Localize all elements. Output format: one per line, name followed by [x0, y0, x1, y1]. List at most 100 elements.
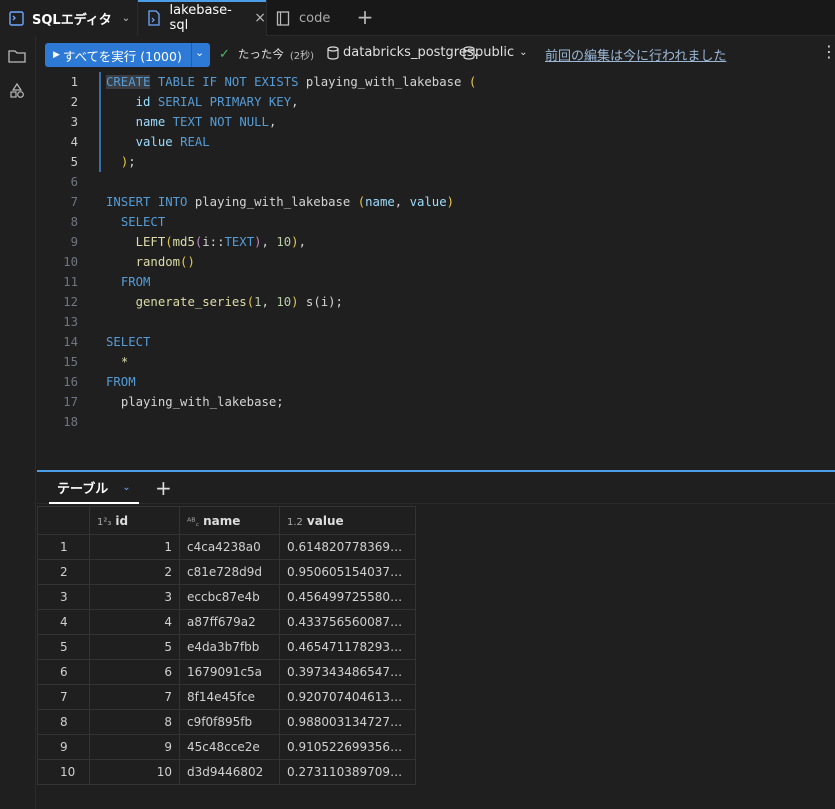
table-cell[interactable]: eccbc87e4b: [179, 584, 280, 610]
column-header-value[interactable]: 1.2 value: [279, 506, 416, 535]
table-cell[interactable]: 8f14e45fce: [179, 684, 280, 710]
table-cell[interactable]: 8: [89, 709, 180, 735]
code-line[interactable]: 3 name TEXT NOT NULL,: [37, 112, 835, 132]
code-text: INSERT INTO playing_with_lakebase (name,…: [106, 192, 454, 212]
table-cell[interactable]: 9: [89, 734, 180, 760]
tab-code[interactable]: code: [267, 0, 347, 36]
table-cell[interactable]: 45c48cce2e: [179, 734, 280, 760]
table-cell[interactable]: 0.9105226993560791: [279, 734, 416, 760]
code-line[interactable]: 13: [37, 312, 835, 332]
table-row[interactable]: 4 4 a87ff679a2 0.433756560087204: [37, 609, 416, 635]
column-header-id[interactable]: 1²₃ id: [89, 506, 180, 535]
table-cell[interactable]: 7: [89, 684, 180, 710]
run-options-chevron-icon[interactable]: ⌄: [195, 46, 204, 59]
table-cell[interactable]: c81e728d9d: [179, 559, 280, 585]
table-cell[interactable]: 5: [89, 634, 180, 660]
code-token: INSERT: [106, 195, 151, 209]
code-line[interactable]: 14 SELECT: [37, 332, 835, 352]
table-cell[interactable]: 1679091c5a: [179, 659, 280, 685]
column-header-name[interactable]: ᴬᴮ꜀ name: [179, 506, 280, 535]
table-cell[interactable]: 2: [89, 559, 180, 585]
code-line[interactable]: 2 id SERIAL PRIMARY KEY,: [37, 92, 835, 112]
code-token: value: [409, 195, 447, 209]
code-token: CREATE: [106, 75, 151, 89]
table-cell[interactable]: 4: [89, 609, 180, 635]
chevron-down-icon[interactable]: ⌄: [122, 13, 130, 24]
row-number-cell: 9: [37, 734, 90, 760]
code-line[interactable]: 4 value REAL: [37, 132, 835, 152]
table-row[interactable]: 8 8 c9f0f895fb 0.988003134727478: [37, 709, 416, 735]
table-cell[interactable]: c9f0f895fb: [179, 709, 280, 735]
table-row[interactable]: 9 9 45c48cce2e 0.9105226993560791: [37, 734, 416, 760]
code-line[interactable]: 15 *: [37, 352, 835, 372]
catalog-selector[interactable]: databricks_postgres.: [327, 45, 478, 60]
table-cell[interactable]: 0.3973434865474701: [279, 659, 416, 685]
close-icon[interactable]: ×: [254, 10, 266, 26]
add-tab-icon[interactable]: +: [354, 6, 376, 28]
table-row[interactable]: 1 1 c4ca4238a0 0.6148207783699036: [37, 534, 416, 560]
code-line[interactable]: 6: [37, 172, 835, 192]
table-cell[interactable]: 0.6148207783699036: [279, 534, 416, 560]
more-options-icon[interactable]: ⋮: [821, 42, 835, 61]
code-token: md5: [172, 235, 195, 249]
table-cell[interactable]: 0.273110389709472...: [279, 759, 416, 785]
table-row[interactable]: 7 7 8f14e45fce 0.9207074046134949: [37, 684, 416, 710]
code-line[interactable]: 12 generate_series(1, 10) s(i);: [37, 292, 835, 312]
chevron-down-icon[interactable]: ⌄: [122, 482, 130, 493]
code-line[interactable]: 18: [37, 412, 835, 432]
line-number: 12: [63, 295, 78, 309]
table-cell[interactable]: 1: [89, 534, 180, 560]
table-cell[interactable]: 0.465471178293228...: [279, 634, 416, 660]
code-line[interactable]: 11 FROM: [37, 272, 835, 292]
line-number: 6: [70, 175, 78, 189]
code-line[interactable]: 7 INSERT INTO playing_with_lakebase (name…: [37, 192, 835, 212]
shapes-icon[interactable]: [8, 82, 26, 100]
code-line[interactable]: 1 CREATE TABLE IF NOT EXISTS playing_with…: [37, 72, 835, 92]
code-editor[interactable]: 1 CREATE TABLE IF NOT EXISTS playing_with…: [37, 72, 835, 470]
table-row[interactable]: 6 6 1679091c5a 0.3973434865474701: [37, 659, 416, 685]
string-type-icon: ᴬᴮ꜀: [187, 516, 200, 528]
code-token: 10: [276, 295, 292, 309]
table-cell[interactable]: 10: [89, 759, 180, 785]
row-number-header: [37, 506, 90, 535]
check-icon: ✓: [219, 46, 230, 62]
table-cell[interactable]: c4ca4238a0: [179, 534, 280, 560]
table-cell[interactable]: 0.988003134727478: [279, 709, 416, 735]
tab-table[interactable]: テーブル ⌄: [49, 472, 139, 504]
code-line[interactable]: 8 SELECT: [37, 212, 835, 232]
table-cell[interactable]: 3: [89, 584, 180, 610]
table-cell[interactable]: e4da3b7fbb: [179, 634, 280, 660]
folder-icon[interactable]: [8, 48, 26, 66]
table-cell[interactable]: 6: [89, 659, 180, 685]
code-line[interactable]: 9 LEFT(md5(i::TEXT), 10),: [37, 232, 835, 252]
code-line[interactable]: 5 );: [37, 152, 835, 172]
table-cell[interactable]: a87ff679a2: [179, 609, 280, 635]
code-line[interactable]: 10 random(): [37, 252, 835, 272]
line-number: 14: [63, 335, 78, 349]
tab-sql-editor[interactable]: SQLエディタ ⌄: [0, 0, 137, 36]
code-line[interactable]: 17 playing_with_lakebase;: [37, 392, 835, 412]
table-row[interactable]: 3 3 eccbc87e4b 0.456499725580215...: [37, 584, 416, 610]
add-visualization-icon[interactable]: +: [155, 476, 172, 500]
column-header-label: id: [115, 513, 129, 528]
row-number-cell: 5: [37, 634, 90, 660]
tab-lakebase-sql[interactable]: lakebase-sql ×: [137, 0, 267, 36]
code-text: *: [106, 352, 128, 372]
table-cell[interactable]: 0.9506051540374756: [279, 559, 416, 585]
table-cell[interactable]: d3d9446802: [179, 759, 280, 785]
last-edit-link[interactable]: 前回の編集は今に行われました: [545, 45, 726, 64]
code-token: ,: [268, 115, 277, 129]
table-row[interactable]: 10 10 d3d9446802 0.273110389709472...: [37, 759, 416, 785]
table-cell[interactable]: 0.456499725580215...: [279, 584, 416, 610]
schema-selector[interactable]: public ⌄: [463, 45, 528, 60]
line-number: 18: [63, 415, 78, 429]
table-row[interactable]: 2 2 c81e728d9d 0.9506051540374756: [37, 559, 416, 585]
run-all-button[interactable]: ▶ すべてを実行 (1000) ⌄: [45, 43, 210, 67]
code-line[interactable]: 16 FROM: [37, 372, 835, 392]
table-cell[interactable]: 0.9207074046134949: [279, 684, 416, 710]
table-row[interactable]: 5 5 e4da3b7fbb 0.465471178293228...: [37, 634, 416, 660]
table-cell[interactable]: 0.433756560087204: [279, 609, 416, 635]
